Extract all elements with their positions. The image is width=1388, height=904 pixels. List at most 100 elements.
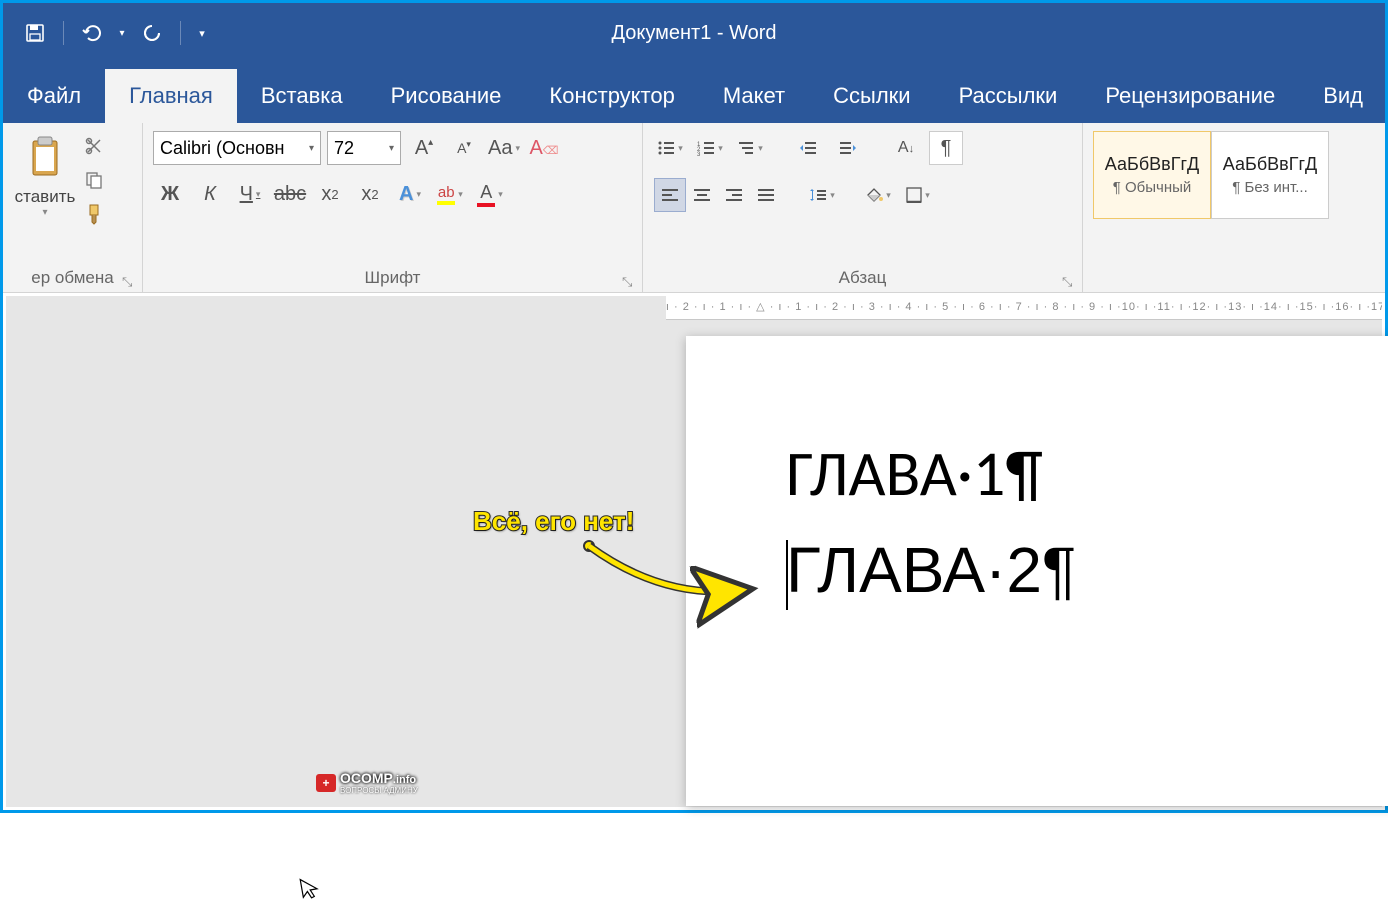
scissors-icon bbox=[84, 136, 104, 156]
clipboard-icon bbox=[27, 135, 63, 179]
bucket-icon bbox=[865, 187, 883, 203]
numbering-button[interactable]: 123 bbox=[693, 131, 727, 165]
font-color-button[interactable]: A bbox=[473, 177, 507, 211]
undo-button[interactable] bbox=[76, 17, 108, 49]
bullets-icon bbox=[657, 140, 675, 156]
indent-icon bbox=[839, 140, 857, 156]
bullets-button[interactable] bbox=[653, 131, 687, 165]
style-no-spacing[interactable]: АаБбВвГгД ¶ Без инт... bbox=[1211, 131, 1329, 219]
save-button[interactable] bbox=[19, 17, 51, 49]
change-case-button[interactable]: Aa bbox=[487, 131, 521, 165]
group-clipboard: ставить ▾ ер обмена ⤡ bbox=[3, 123, 143, 292]
strike-button[interactable]: abc bbox=[273, 177, 307, 211]
qat-customize[interactable]: ▾ bbox=[193, 17, 211, 49]
line-spacing-button[interactable] bbox=[805, 178, 839, 212]
style-name: ¶ Без инт... bbox=[1232, 179, 1308, 196]
outdent-icon bbox=[799, 140, 817, 156]
align-left-icon bbox=[661, 188, 679, 202]
tab-view[interactable]: Вид bbox=[1299, 69, 1387, 123]
ribbon-tabs: Файл Главная Вставка Рисование Конструкт… bbox=[3, 63, 1385, 123]
horizontal-ruler[interactable]: 3 · ı · 2 · ı · 1 · ı · △ · ı · 1 · ı · … bbox=[666, 296, 1382, 320]
align-group bbox=[653, 177, 783, 213]
tab-draw[interactable]: Рисование bbox=[367, 69, 526, 123]
copy-button[interactable] bbox=[81, 167, 107, 193]
border-icon bbox=[906, 187, 922, 203]
font-size-value: 72 bbox=[334, 138, 354, 159]
paste-dropdown[interactable]: ▾ bbox=[42, 207, 47, 218]
brush-icon bbox=[84, 203, 104, 225]
highlight-button[interactable]: ab bbox=[433, 177, 467, 211]
tab-file[interactable]: Файл bbox=[3, 69, 105, 123]
clear-format-button[interactable]: A⌫ bbox=[527, 131, 561, 165]
decrease-indent-button[interactable] bbox=[791, 131, 825, 165]
group-label-clipboard: ер обмена bbox=[13, 266, 132, 290]
subscript-button[interactable]: x2 bbox=[313, 177, 347, 211]
paragraph-launcher[interactable]: ⤡ bbox=[1062, 274, 1078, 290]
font-name-select[interactable]: Calibri (Основн ▾ bbox=[153, 131, 321, 165]
chevron-down-icon: ▾ bbox=[119, 28, 124, 39]
align-right-icon bbox=[725, 188, 743, 202]
tab-insert[interactable]: Вставка bbox=[237, 69, 367, 123]
borders-button[interactable] bbox=[901, 178, 935, 212]
grow-font-button[interactable]: A▴ bbox=[407, 131, 441, 165]
group-label-paragraph: Абзац bbox=[653, 266, 1072, 290]
numbering-icon: 123 bbox=[697, 140, 715, 156]
watermark-sub: ВОПРОСЫ АДМИНУ bbox=[340, 786, 418, 795]
clipboard-launcher[interactable]: ⤡ bbox=[122, 274, 138, 290]
window-title: Документ1 - Word bbox=[611, 22, 776, 45]
bold-button[interactable]: Ж bbox=[153, 177, 187, 211]
multilevel-button[interactable] bbox=[733, 131, 767, 165]
ruler-marks: 3 · ı · 2 · ı · 1 · ı · △ · ı · 1 · ı · … bbox=[666, 300, 1382, 313]
format-painter-button[interactable] bbox=[81, 201, 107, 227]
increase-indent-button[interactable] bbox=[831, 131, 865, 165]
chevron-down-icon: ▾ bbox=[199, 27, 205, 40]
paste-button[interactable] bbox=[23, 127, 67, 187]
quick-access-toolbar: ▾ ▾ bbox=[3, 17, 211, 49]
sort-button[interactable]: A↓ bbox=[889, 131, 923, 165]
svg-text:3: 3 bbox=[697, 152, 701, 156]
align-right-button[interactable] bbox=[718, 178, 750, 212]
chevron-down-icon: ▾ bbox=[309, 143, 314, 154]
italic-button[interactable]: К bbox=[193, 177, 227, 211]
watermark: + OCOMP.info ВОПРОСЫ АДМИНУ bbox=[316, 770, 418, 795]
underline-button[interactable]: Ч bbox=[233, 177, 267, 211]
tab-layout[interactable]: Макет bbox=[699, 69, 809, 123]
text-line-2: ГЛАВА·2¶ bbox=[786, 522, 1388, 619]
copy-icon bbox=[84, 170, 104, 190]
shading-button[interactable] bbox=[861, 178, 895, 212]
tab-references[interactable]: Ссылки bbox=[809, 69, 934, 123]
font-launcher[interactable]: ⤡ bbox=[622, 274, 638, 290]
document-page[interactable]: ГЛАВА·1¶ ГЛАВА·2¶ bbox=[686, 336, 1388, 806]
cut-button[interactable] bbox=[81, 133, 107, 159]
style-name: ¶ Обычный bbox=[1113, 179, 1192, 196]
group-styles: АаБбВвГгД ¶ Обычный АаБбВвГгД ¶ Без инт.… bbox=[1083, 123, 1385, 292]
shrink-font-button[interactable]: A▾ bbox=[447, 131, 481, 165]
superscript-button[interactable]: x2 bbox=[353, 177, 387, 211]
redo-button[interactable] bbox=[136, 17, 168, 49]
text-effects-button[interactable]: A bbox=[393, 177, 427, 211]
align-center-button[interactable] bbox=[686, 178, 718, 212]
group-label-font: Шрифт bbox=[153, 266, 632, 290]
font-name-value: Calibri (Основн bbox=[160, 138, 284, 159]
redo-icon bbox=[142, 23, 162, 43]
align-left-button[interactable] bbox=[654, 178, 686, 212]
show-marks-button[interactable]: ¶ bbox=[929, 131, 963, 165]
font-size-select[interactable]: 72 ▾ bbox=[327, 131, 401, 165]
tab-design[interactable]: Конструктор bbox=[525, 69, 698, 123]
group-paragraph: 123 A↓ ¶ bbox=[643, 123, 1083, 292]
watermark-badge: + bbox=[316, 774, 336, 792]
tab-mailings[interactable]: Рассылки bbox=[935, 69, 1082, 123]
separator bbox=[63, 21, 64, 45]
style-normal[interactable]: АаБбВвГгД ¶ Обычный bbox=[1093, 131, 1211, 219]
save-icon bbox=[25, 23, 45, 43]
undo-dropdown[interactable]: ▾ bbox=[114, 17, 130, 49]
align-justify-button[interactable] bbox=[750, 178, 782, 212]
document-area: 3 · ı · 2 · ı · 1 · ı · △ · ı · 1 · ı · … bbox=[6, 296, 1382, 807]
mouse-cursor-icon bbox=[298, 874, 322, 903]
style-preview: АаБбВвГгД bbox=[1105, 154, 1199, 175]
align-center-icon bbox=[693, 188, 711, 202]
tab-review[interactable]: Рецензирование bbox=[1081, 69, 1299, 123]
chevron-down-icon: ▾ bbox=[389, 143, 394, 154]
undo-icon bbox=[81, 23, 103, 43]
tab-home[interactable]: Главная bbox=[105, 69, 237, 123]
